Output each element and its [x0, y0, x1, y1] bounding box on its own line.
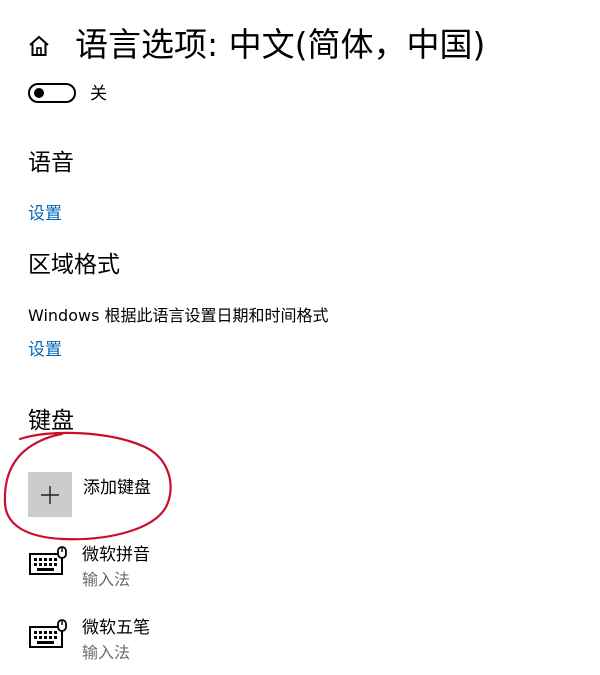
page-title: 语言选项: 中文(简体，中国) [75, 25, 486, 64]
toggle-state-label: 关 [90, 84, 107, 104]
keyboard-item-type: 输入法 [82, 570, 131, 589]
add-keyboard-button[interactable] [28, 472, 72, 517]
plus-icon [41, 485, 59, 504]
keyboard-item-type: 输入法 [82, 643, 131, 662]
toggle-knob [34, 88, 44, 98]
region-description: Windows 根据此语言设置日期和时间格式 [28, 306, 329, 325]
region-section-title: 区域格式 [28, 252, 120, 278]
keyboard-icon [29, 619, 67, 648]
keyboard-item-microsoft-pinyin[interactable]: 微软拼音 输入法 [28, 544, 328, 592]
keyboard-item-name: 微软五笔 [82, 618, 150, 638]
region-settings-link[interactable]: 设置 [28, 339, 62, 361]
home-icon[interactable] [28, 34, 50, 58]
add-keyboard-label[interactable]: 添加键盘 [83, 476, 151, 500]
speech-section-title: 语音 [28, 150, 74, 176]
keyboard-icon [29, 546, 67, 575]
keyboard-item-name: 微软拼音 [82, 545, 150, 565]
language-toggle[interactable] [28, 83, 76, 103]
keyboard-section-title: 键盘 [28, 408, 74, 434]
speech-settings-link[interactable]: 设置 [28, 203, 62, 225]
keyboard-item-microsoft-wubi[interactable]: 微软五笔 输入法 [28, 617, 328, 665]
